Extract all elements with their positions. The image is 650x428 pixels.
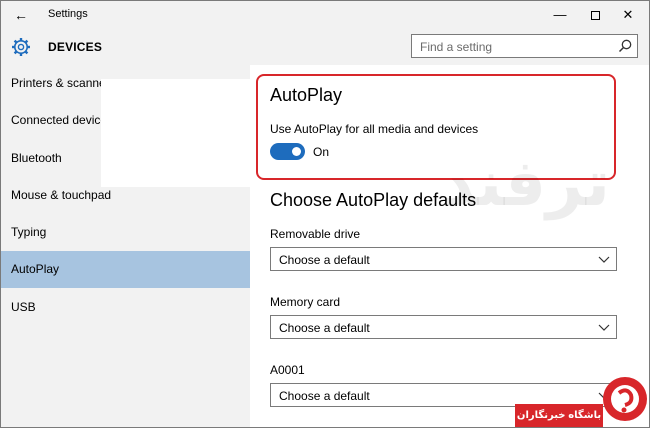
autoplay-title: AutoPlay [270, 85, 343, 105]
maximize-button[interactable] [584, 5, 606, 25]
watermark: ترفند [441, 147, 610, 219]
chevron-down-icon [598, 324, 610, 331]
source-logo-icon [603, 377, 647, 421]
page-header: DEVICES Find a setting [1, 29, 649, 65]
autoplay-toggle-label: Use AutoPlay for all media and devices [270, 122, 479, 136]
title-bar: ← Settings — ✕ [1, 1, 649, 29]
maximize-icon [590, 11, 600, 21]
search-input[interactable]: Find a setting [411, 34, 638, 58]
sidebar-item-autoplay[interactable]: AutoPlay [1, 251, 250, 288]
toggle-state: On [313, 145, 330, 159]
chevron-down-icon [598, 256, 610, 263]
back-button[interactable]: ← [9, 6, 33, 24]
memory-card-dropdown[interactable]: Choose a default [270, 315, 617, 339]
sidebar-item-usb[interactable]: USB [1, 289, 250, 326]
page-title: DEVICES [48, 40, 103, 54]
minimize-button[interactable]: — [549, 5, 571, 25]
dropdown-value: Choose a default [279, 253, 370, 267]
settings-window: ← Settings — ✕ DEVICES Find a setting Pr… [0, 0, 650, 428]
main-content: AutoPlay Use AutoPlay for all media and … [251, 65, 649, 427]
gear-icon [12, 38, 30, 56]
sidebar-item-typing[interactable]: Typing [1, 214, 250, 251]
window-title: Settings [48, 8, 88, 20]
search-placeholder: Find a setting [420, 40, 493, 54]
redaction-block [101, 79, 251, 187]
autoplay-toggle[interactable] [270, 143, 305, 160]
source-badge: باشگاه خبرنگاران [515, 404, 603, 427]
dropdown-value: Choose a default [279, 389, 370, 403]
close-button[interactable]: ✕ [617, 5, 639, 25]
removable-drive-label: Removable drive [270, 227, 361, 241]
memory-card-label: Memory card [270, 295, 341, 309]
toggle-knob [292, 147, 301, 156]
removable-drive-dropdown[interactable]: Choose a default [270, 247, 617, 271]
a0001-label: A0001 [270, 363, 305, 377]
search-icon[interactable] [617, 38, 633, 54]
dropdown-value: Choose a default [279, 321, 370, 335]
